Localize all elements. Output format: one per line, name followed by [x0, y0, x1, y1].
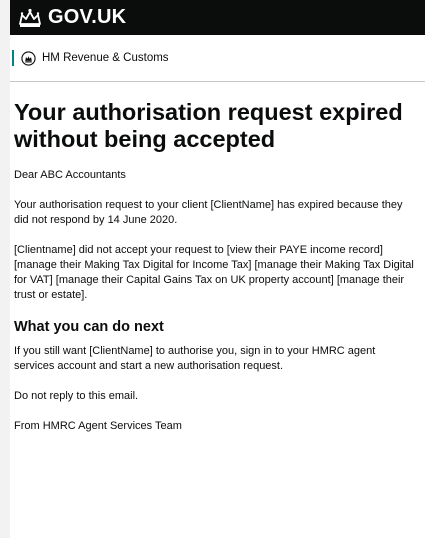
organisation-name: HM Revenue & Customs [42, 52, 169, 64]
request-details-paragraph: [Clientname] did not accept your request… [14, 244, 414, 301]
email-body: GOV.UK HM Revenue & Customs Your authori… [10, 0, 425, 538]
expiry-paragraph: Your authorisation request to your clien… [14, 199, 403, 226]
email-title: Your authorisation request expired witho… [14, 99, 403, 152]
organisation-accent-line [12, 50, 14, 66]
email-content: Your authorisation request expired witho… [10, 82, 425, 434]
organisation-bar: HM Revenue & Customs [10, 35, 425, 81]
crown-icon [19, 8, 41, 27]
sign-off: From HMRC Agent Services Team [14, 420, 182, 432]
next-steps-heading: What you can do next [14, 319, 164, 335]
no-reply-notice: Do not reply to this email. [14, 390, 139, 402]
govuk-wordmark: GOV.UK [48, 6, 127, 28]
hmrc-crest-icon [21, 50, 36, 66]
greeting: Dear ABC Accountants [14, 169, 126, 181]
next-steps-paragraph: If you still want [ClientName] to author… [14, 345, 376, 372]
govuk-header: GOV.UK [10, 0, 425, 35]
